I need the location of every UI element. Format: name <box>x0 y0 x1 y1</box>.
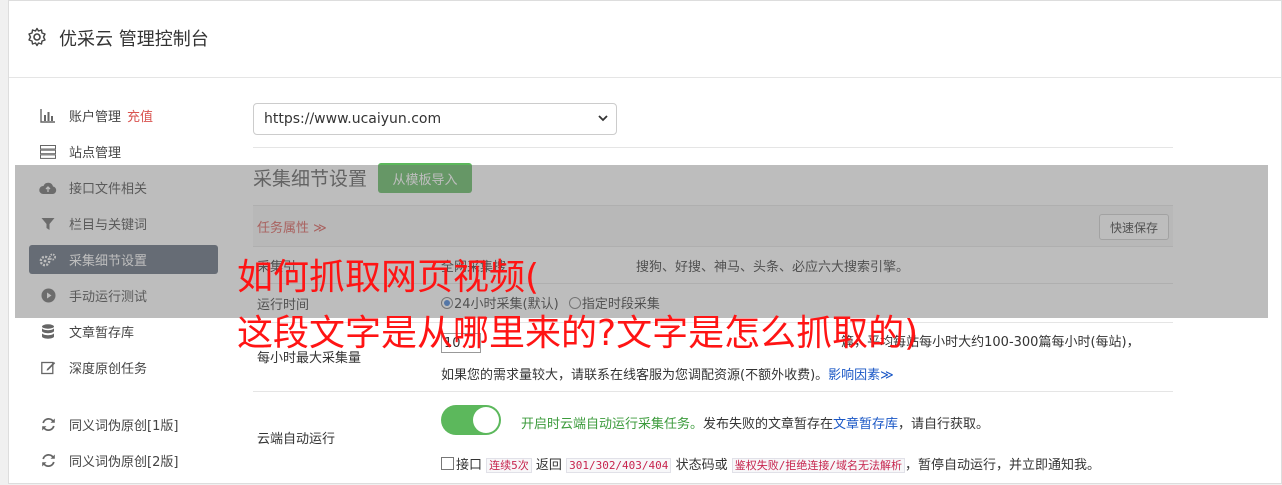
page-header: 优采云 管理控制台 <box>9 1 1281 78</box>
divider <box>253 147 1173 148</box>
code-errors: 鉴权失败/拒绝连接/域名无法解析 <box>731 458 905 473</box>
max-per-hour-note: 如果您的需求量较大，请联系在线客服为您调配资源(不额外收费)。影响因素≫ <box>441 364 894 383</box>
max-per-hour-text-2: 如果您的需求量较大，请联系在线客服为您调配资源(不额外收费)。 <box>441 368 829 383</box>
article-storage-link[interactable]: 文章暂存库 <box>833 417 898 432</box>
sidebar-item-label: 深度原创任务 <box>69 362 148 377</box>
sidebar-item-label: 账户管理 <box>69 110 122 125</box>
cloud-run-description: 开启时云端自动运行采集任务。发布失败的文章暂存在文章暂存库，请自行获取。 <box>521 413 989 432</box>
refresh-icon <box>39 453 57 469</box>
code-status: 301/302/403/404 <box>566 458 672 473</box>
gear-icon <box>28 27 46 47</box>
bar-chart-icon <box>39 108 57 124</box>
sidebar-item-label: 文章暂存库 <box>69 326 135 341</box>
server-icon <box>39 144 57 160</box>
sidebar-item-synonym-v1[interactable]: 同义词伪原创[1版] <box>29 410 218 439</box>
site-select-value: https://www.ucaiyun.com <box>264 111 442 127</box>
chevron-down-icon <box>598 115 608 122</box>
pause-checkbox[interactable] <box>441 457 454 470</box>
cloud-run-label: 云端自动运行 <box>257 432 336 447</box>
overlay-title-line-2: 这段文字是从哪里来的?文字是怎么抓取的) <box>237 313 919 354</box>
sidebar-item-label: 同义词伪原创[2版] <box>69 455 179 470</box>
table-row: 云端自动运行 开启时云端自动运行采集任务。发布失败的文章暂存在文章暂存库，请自行… <box>253 392 1173 485</box>
cloud-run-desc-mid: 发布失败的文章暂存在 <box>703 417 834 432</box>
sidebar-item-article-storage[interactable]: 文章暂存库 <box>29 317 218 346</box>
code-consecutive: 连续5次 <box>486 458 532 473</box>
database-icon <box>39 323 57 340</box>
overlay-title-line-1: 如何抓取网页视频( <box>237 257 540 298</box>
pause-cb-label: 接口 <box>456 458 483 473</box>
edit-icon <box>39 360 57 376</box>
recharge-link[interactable]: 充值 <box>127 106 153 125</box>
influence-factors-link[interactable]: 影响因素≫ <box>828 368 894 383</box>
sidebar-item-synonym-v2[interactable]: 同义词伪原创[2版] <box>29 446 218 475</box>
sidebar-item-deep-original[interactable]: 深度原创任务 <box>29 353 218 382</box>
cloud-run-desc-end: ，请自行获取。 <box>898 417 990 432</box>
sidebar-item-label: 站点管理 <box>69 146 122 161</box>
site-select[interactable]: https://www.ucaiyun.com <box>253 103 617 135</box>
pause-rule: 接口 连续5次 返回 301/302/403/404 状态码或 鉴权失败/拒绝连… <box>441 454 1100 473</box>
cloud-run-toggle[interactable] <box>441 405 501 435</box>
toggle-knob <box>473 407 499 433</box>
pause-text-3: ，暂停自动运行，并立即通知我。 <box>904 458 1100 473</box>
pause-text-2: 状态码或 <box>675 458 728 473</box>
sidebar-item-label: 同义词伪原创[1版] <box>69 419 179 434</box>
page-title: 优采云 管理控制台 <box>59 29 209 50</box>
gray-overlay-band <box>15 165 1268 318</box>
cloud-run-desc-green: 开启时云端自动运行采集任务。 <box>521 417 704 432</box>
refresh-icon <box>39 417 57 433</box>
sidebar-item-sites[interactable]: 站点管理 <box>29 137 218 166</box>
sidebar-item-account[interactable]: 账户管理 充值 <box>29 101 218 130</box>
pause-text-1: 返回 <box>535 458 562 473</box>
